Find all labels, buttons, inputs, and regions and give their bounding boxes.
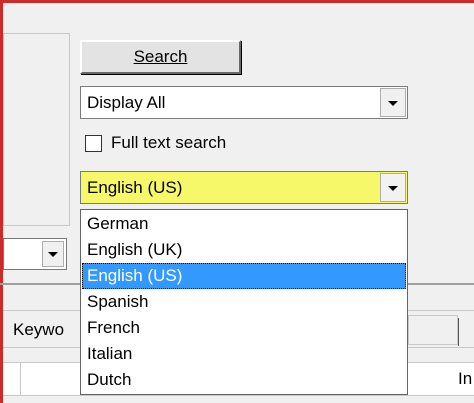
language-select-value: English (US): [87, 177, 183, 197]
tab-divider: [458, 318, 459, 346]
column-header-partial[interactable]: In: [458, 368, 474, 390]
chevron-down-icon: [388, 185, 398, 191]
language-option-italian[interactable]: Italian: [82, 341, 406, 367]
column-divider: [20, 362, 21, 396]
search-button-label: Search: [133, 47, 188, 66]
tab-blank[interactable]: [408, 315, 458, 345]
window-border-top: [0, 0, 474, 3]
display-filter-dropdown-button[interactable]: [380, 88, 406, 117]
language-option-english-us[interactable]: English (US): [82, 263, 406, 289]
language-option-english-uk[interactable]: English (UK): [82, 237, 406, 263]
left-panel: [3, 33, 70, 226]
language-option-spanish[interactable]: Spanish: [82, 289, 406, 315]
language-option-german[interactable]: German: [82, 211, 406, 237]
left-combo[interactable]: [3, 238, 67, 270]
language-option-dutch[interactable]: Dutch: [82, 367, 406, 393]
tab-keyword[interactable]: Keywo: [5, 314, 80, 346]
chevron-down-icon: [388, 100, 398, 106]
language-dropdown-button[interactable]: [380, 173, 406, 202]
full-text-search-checkbox[interactable]: [85, 135, 102, 152]
display-filter-value: Display All: [87, 92, 166, 112]
language-select[interactable]: English (US): [80, 171, 408, 204]
display-filter-select[interactable]: Display All: [80, 86, 408, 119]
language-dropdown-list[interactable]: German English (UK) English (US) Spanish…: [80, 209, 408, 395]
chevron-down-icon: [48, 252, 58, 257]
search-button[interactable]: Search: [80, 40, 241, 74]
language-option-french[interactable]: French: [82, 315, 406, 341]
full-text-search-label: Full text search: [111, 133, 227, 152]
left-combo-dropdown-button[interactable]: [42, 241, 64, 267]
